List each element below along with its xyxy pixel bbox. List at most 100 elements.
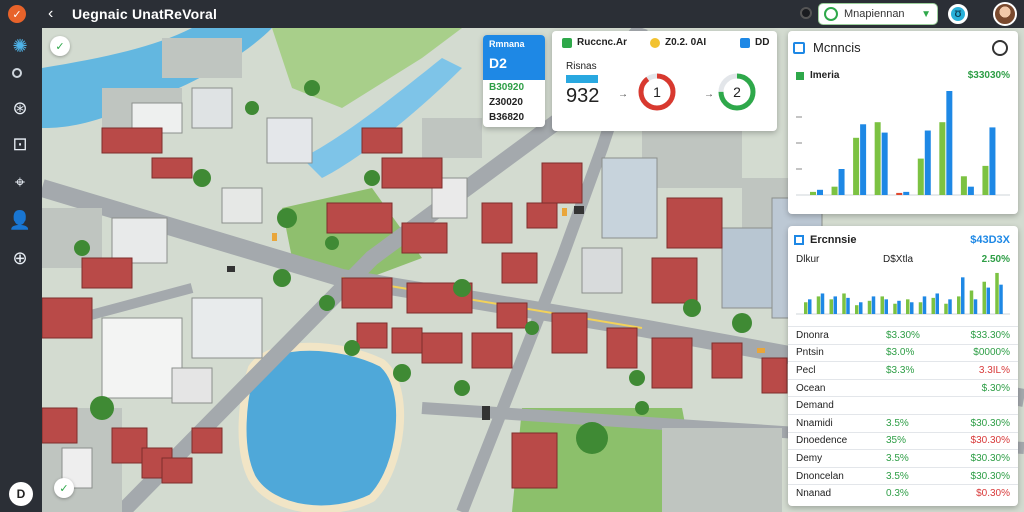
table-row[interactable]: Dnoncelan 3.5% $30.30%	[788, 466, 1018, 485]
row-name: Demand	[796, 400, 834, 412]
bar-green	[874, 122, 881, 195]
metrics-title-text: Mcnncis	[813, 40, 861, 55]
location-circle-icon[interactable]: Ʊ	[948, 4, 968, 24]
bar-green	[982, 281, 986, 314]
table-row[interactable]: Pntsin $3.0% $0000%	[788, 343, 1018, 362]
table-sub-3: 2.50%	[981, 254, 1010, 265]
sidebar: ✺ ⊛ ⊡ ⌖ 👤 ⊕ D	[0, 28, 42, 512]
logo-glyph: ✓	[12, 8, 22, 21]
alert-box-icon[interactable]: ⊡	[8, 132, 32, 156]
metrics-sub-value: $33030%	[967, 70, 1010, 81]
kpi-card-value: D2	[489, 55, 507, 71]
table-square-icon	[794, 235, 804, 245]
bar-blue	[884, 299, 888, 314]
row-col3: $0.30%	[976, 488, 1010, 500]
table-row[interactable]: Demand	[788, 396, 1018, 414]
row-col3: $30.30%	[970, 452, 1010, 464]
profile-badge[interactable]: D	[9, 482, 33, 506]
record-dot-icon[interactable]	[800, 7, 812, 19]
table-row[interactable]: Dnoedence 35% $30.30%	[788, 431, 1018, 450]
gauge-card[interactable]: Ruccnc.Ar Z0.2. 0AI DD Risnas 932 → 1 → …	[552, 31, 777, 131]
kpi-row: B30920	[489, 82, 525, 93]
bar-blue	[986, 287, 990, 314]
globe-icon[interactable]: ⊕	[8, 246, 32, 270]
back-arrow-icon[interactable]: ‹	[48, 5, 62, 23]
bar-blue	[860, 124, 867, 195]
bar-blue	[903, 191, 910, 195]
table-sub-2: D$Xtla	[883, 254, 914, 265]
bar-blue	[924, 130, 931, 195]
bar-green	[969, 290, 974, 314]
row-name: Nnamidi	[796, 417, 833, 429]
kpi-card[interactable]: Rmnana D2 B30920 Z30020 B36820	[483, 35, 545, 127]
bar-blue	[961, 277, 965, 314]
bar-green	[829, 299, 833, 314]
gear-icon[interactable]: ✺	[8, 34, 32, 58]
table-row[interactable]: Dnonra $3.30% $33.30%	[788, 326, 1018, 344]
gauge-card-label-1: Ruccnc.Ar	[562, 37, 627, 48]
metrics-sub-text: Imeria	[810, 70, 840, 81]
map-layer-button[interactable]: ✓	[50, 36, 70, 56]
row-name: Dnonra	[796, 329, 829, 341]
bar-green	[917, 158, 924, 195]
table-card[interactable]: Ercnnsie $43D3X Dlkur D$Xtla 2.50% Dnonr…	[788, 226, 1018, 506]
avatar[interactable]	[993, 2, 1017, 26]
table-card-title: Ercnnsie	[794, 234, 856, 246]
green-square-icon	[562, 37, 572, 48]
row-name: Demy	[796, 452, 823, 464]
profile-badge-label: D	[16, 487, 26, 501]
bar-blue	[833, 296, 837, 314]
row-col2: $3.0%	[886, 347, 915, 359]
bar-green	[880, 296, 884, 314]
row-col3: 3.3IL%	[978, 364, 1010, 376]
metrics-bar-chart	[796, 91, 1010, 196]
app-logo-icon[interactable]: ✓	[8, 5, 26, 23]
bar-blue	[881, 132, 888, 195]
table-card-total: $43D3X	[970, 234, 1010, 246]
bar-green	[853, 137, 860, 195]
row-name: Ocean	[796, 382, 826, 394]
bar-blue	[946, 91, 953, 195]
row-name: Nnanad	[796, 488, 832, 500]
kpi-card-title: Rmnana	[489, 39, 525, 49]
row-col2: 35%	[886, 435, 907, 447]
bar-green	[906, 299, 910, 314]
metrics-card-title: Mcnncis	[793, 40, 861, 55]
row-name: Pntsin	[796, 347, 824, 359]
metrics-square-icon	[793, 41, 805, 54]
gauge-value: 2	[733, 84, 741, 100]
kpi-row: B36820	[489, 112, 525, 123]
row-col3: $30.30%	[970, 470, 1010, 482]
bar-blue	[948, 299, 952, 314]
green-square-icon	[796, 71, 804, 80]
table-row[interactable]: Nnamidi 3.5% $30.30%	[788, 413, 1018, 432]
map-pin-icon[interactable]: ⌖	[8, 170, 32, 194]
bar-green	[931, 297, 935, 314]
user-icon[interactable]: 👤	[8, 208, 32, 232]
table-row[interactable]: Nnanad 0.3% $0.30%	[788, 484, 1018, 502]
bar-green	[939, 122, 946, 195]
speedometer-icon[interactable]: ⊛	[8, 96, 32, 120]
bar-green	[816, 296, 821, 314]
bar-green	[944, 303, 948, 314]
app-title: Uegnaic UnatReVoral	[72, 6, 218, 22]
bar-green	[842, 293, 846, 314]
row-name: Dnoncelan	[796, 470, 844, 482]
gauge-card-label-2: Z0.2. 0AI	[650, 37, 706, 48]
table-row[interactable]: Pecl $3.3% 3.3IL%	[788, 361, 1018, 379]
search-dropdown[interactable]: Mnapiennan ▼	[818, 3, 938, 25]
bar-blue	[922, 296, 927, 314]
map-locate-button[interactable]: ✓	[54, 478, 74, 498]
gauge-label-2-text: Z0.2. 0AI	[665, 37, 707, 48]
bar-green	[982, 165, 989, 195]
refresh-icon[interactable]	[992, 40, 1008, 56]
row-name: Pecl	[796, 364, 816, 376]
row-col2: 3.5%	[886, 452, 909, 464]
bar-blue	[973, 299, 978, 314]
table-row[interactable]: Ocean $.30%	[788, 378, 1018, 397]
kpi-card-header: Rmnana D2	[483, 35, 545, 80]
metrics-card[interactable]: Mcnncis Imeria $33030%	[788, 31, 1018, 214]
table-row[interactable]: Demy 3.5% $30.30%	[788, 449, 1018, 467]
bar-blue	[999, 284, 1003, 314]
arrow-right-icon: →	[704, 89, 714, 100]
